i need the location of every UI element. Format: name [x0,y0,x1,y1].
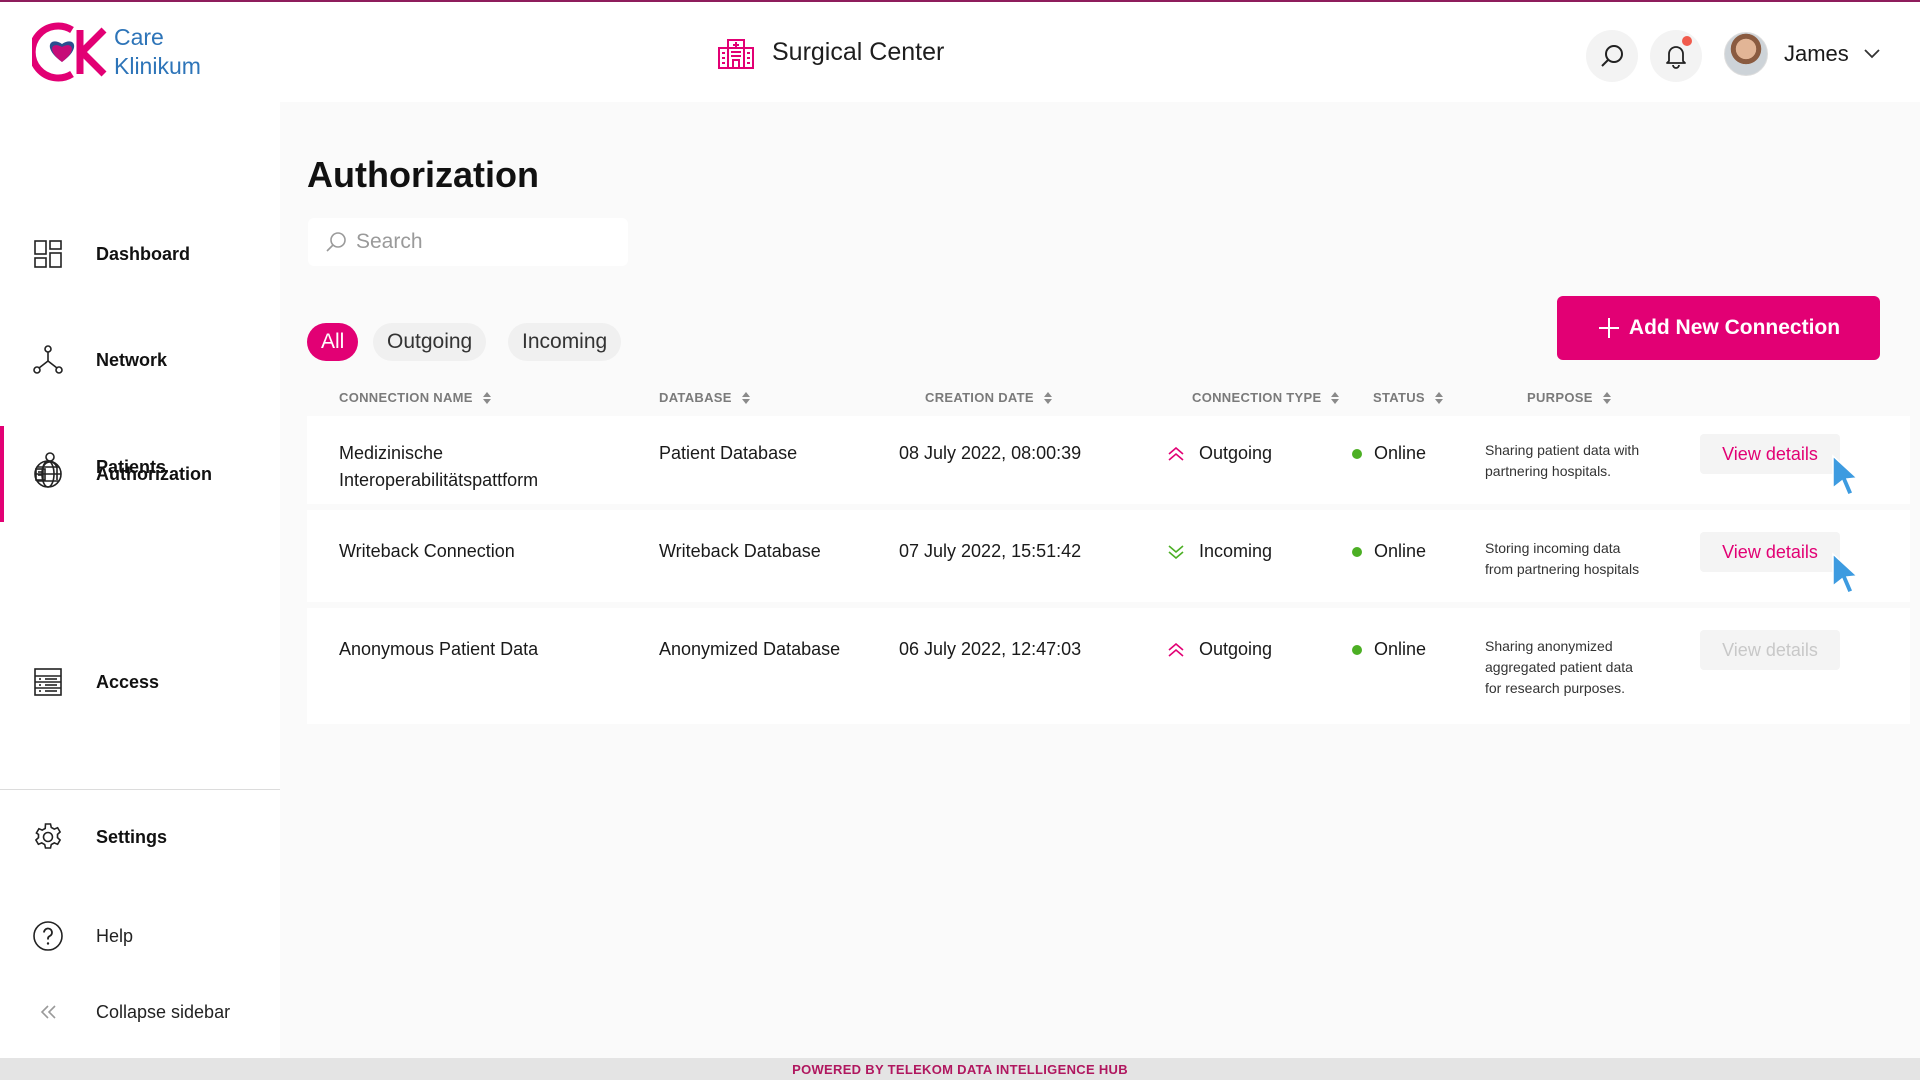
outgoing-arrow-icon [1168,446,1184,461]
online-status-dot [1352,644,1362,655]
care-klinikum-logo-icon [32,22,107,82]
add-new-connection-button[interactable]: Add New Connection [1557,296,1880,360]
database-cell: Patient Database [659,443,798,463]
search-button[interactable] [1586,30,1638,82]
page-title: Authorization [307,154,539,195]
sort-icon [1043,391,1052,404]
column-header-database[interactable]: DATABASE [659,390,750,405]
database-cell: Anonymized Database [659,639,841,659]
facility-title: Surgical Center [716,34,944,70]
outgoing-arrow-icon [1168,642,1184,657]
plus-icon [1598,318,1619,338]
mouse-cursor-icon [1832,454,1859,496]
collapse-sidebar-button[interactable]: Collapse sidebar [0,964,280,1060]
connection-type-cell: Outgoing [1167,636,1272,663]
status-cell: Online [1352,440,1426,467]
table-row: Writeback Connection Writeback Database … [307,510,1910,602]
online-status-dot [1352,448,1362,459]
sidebar-item-network[interactable]: Network [0,312,280,408]
status-cell: Online [1352,636,1426,663]
connection-name-cell: Medizinische Interoperabilitätspattform [339,443,539,490]
connection-name-cell: Anonymous Patient Data [339,639,539,659]
search-icon [326,232,346,252]
view-details-button[interactable]: View details [1700,434,1840,474]
sort-icon [1434,391,1443,404]
table-row: Medizinische Interoperabilitätspattform … [307,416,1910,504]
sort-icon [741,391,750,404]
sort-icon [1602,391,1611,404]
table-row: Anonymous Patient Data Anonymized Databa… [307,608,1910,724]
creation-date-cell: 07 July 2022, 15:51:42 [899,541,1082,561]
user-menu[interactable]: James [1724,32,1881,76]
chevron-down-icon [1864,49,1880,59]
view-details-button[interactable]: View details [1700,532,1840,572]
sidebar-item-label: Network [96,349,168,370]
incoming-arrow-icon [1168,544,1184,559]
user-name: James [1784,41,1849,66]
sidebar-item-label: Access [96,671,160,692]
avatar [1724,32,1768,76]
sidebar-item-authorization[interactable]: Authorization [0,426,280,522]
connection-name-cell: Writeback Connection [339,541,515,561]
sidebar: Dashboard Network Patients Authorization… [0,102,280,1058]
sidebar-item-dashboard[interactable]: Dashboard [0,206,280,302]
filter-incoming[interactable]: Incoming [508,323,622,361]
purpose-cell: Sharing anonymized aggregated patient da… [1485,638,1633,696]
notifications-button[interactable] [1650,30,1702,82]
database-cell: Writeback Database [659,541,821,561]
logo[interactable]: Care Klinikum [32,22,201,82]
server-icon [34,668,62,696]
header: Care Klinikum Surgical Center James [0,2,1920,102]
view-details-button-disabled: View details [1700,630,1840,670]
sidebar-item-settings[interactable]: Settings [0,789,280,885]
help-icon [33,921,63,951]
sort-icon [482,391,491,404]
hospital-icon [718,39,754,69]
column-header-status[interactable]: STATUS [1373,390,1443,405]
mouse-cursor-icon [1832,552,1859,594]
purpose-cell: Storing incoming data from partnering ho… [1485,540,1640,577]
purpose-cell: Sharing patient data with partnering hos… [1485,442,1640,479]
filter-all[interactable]: All [307,323,359,361]
logo-line-1: Care [114,24,164,50]
search-input[interactable] [356,230,616,254]
sidebar-item-label: Authorization [96,463,212,484]
notification-dot [1682,36,1692,46]
filter-outgoing[interactable]: Outgoing [373,323,487,361]
creation-date-cell: 06 July 2022, 12:47:03 [899,639,1082,659]
logo-line-2: Klinikum [114,53,201,79]
column-header-connection-type[interactable]: CONNECTION TYPE [1192,390,1340,405]
column-header-purpose[interactable]: PURPOSE [1527,390,1611,405]
column-header-connection-name[interactable]: CONNECTION NAME [339,390,491,405]
sidebar-item-access[interactable]: Access [0,634,280,730]
gear-icon [34,823,62,849]
search-box[interactable] [308,218,628,266]
sidebar-item-label: Dashboard [96,243,191,264]
network-icon [33,345,63,374]
dashboard-icon [34,240,62,268]
sidebar-item-label: Help [96,925,134,946]
globe-icon [34,460,62,488]
add-button-label: Add New Connection [1628,316,1841,339]
column-header-creation-date[interactable]: CREATION DATE [925,390,1052,405]
creation-date-cell: 08 July 2022, 08:00:39 [899,443,1082,463]
connection-type-cell: Outgoing [1167,440,1272,467]
status-cell: Online [1352,538,1426,565]
logo-text: Care Klinikum [114,23,201,81]
footer-text: POWERED BY TELEKOM DATA INTELLIGENCE HUB [792,1061,1128,1077]
sidebar-item-label: Settings [96,826,168,847]
sort-icon [1331,391,1340,404]
collapse-icon [40,1005,56,1019]
online-status-dot [1352,546,1362,557]
footer: POWERED BY TELEKOM DATA INTELLIGENCE HUB [0,1058,1920,1080]
bell-icon [1666,46,1686,69]
sidebar-item-label: Collapse sidebar [96,1001,231,1022]
connection-type-cell: Incoming [1167,538,1272,565]
search-icon [1601,45,1623,67]
facility-name: Surgical Center [772,37,945,66]
